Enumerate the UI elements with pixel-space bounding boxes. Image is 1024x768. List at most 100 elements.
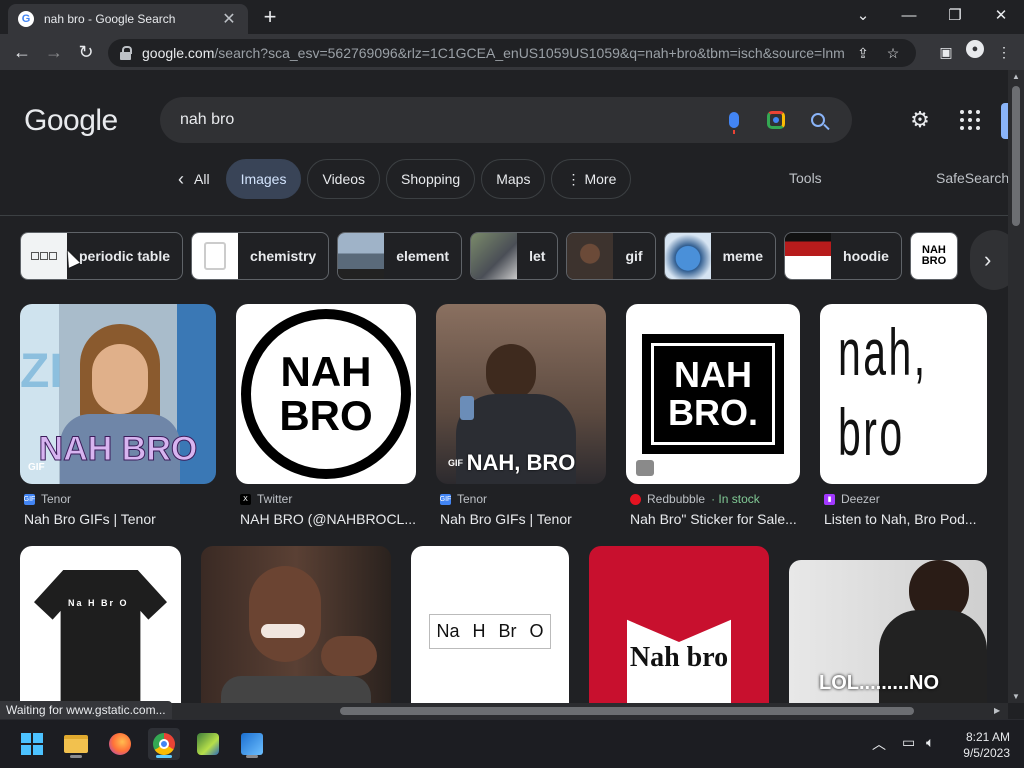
result-thumbnail[interactable]: NAH, BRO GIF [436,304,606,484]
address-bar[interactable]: google.com/search?sca_esv=562769096&rlz=… [108,39,916,67]
redbubble-icon [630,493,641,505]
new-tab-button[interactable]: + [258,6,282,30]
result-thumbnail[interactable]: nah, bro [820,304,987,484]
result-title[interactable]: Nah Bro" Sticker for Sale... [626,511,800,527]
image-result-3[interactable]: NAH, BRO GIF GIF Tenor Nah Bro GIFs | Ten… [436,304,606,527]
image-result-5[interactable]: nah, bro ▮ Deezer Listen to Nah, Bro Pod.… [820,304,987,527]
scroll-up-arrow-icon[interactable]: ▲ [1008,72,1024,81]
result-source[interactable]: ▮ Deezer [820,492,987,506]
filter-more[interactable]: ⋮ More [551,159,632,199]
related-chip-nah-bro[interactable]: NAH BRO [909,232,958,280]
result-thumbnail[interactable]: Na H Br O [20,546,181,703]
tab-close-icon[interactable]: ✕ [220,9,238,29]
related-chip-element[interactable]: element [337,232,463,280]
related-next-chevron-icon[interactable]: › [970,230,1008,290]
result-source[interactable]: X Twitter [236,492,416,506]
vertical-scroll-thumb[interactable] [1012,86,1020,226]
result-title[interactable]: Nah Bro GIFs | Tenor [436,511,606,527]
file-explorer-button[interactable] [60,728,92,760]
system-clock[interactable]: 8:21 AM 9/5/2023 [963,729,1010,761]
minimize-button[interactable]: — [894,4,924,28]
app-icon [241,733,263,755]
related-chip-gif[interactable]: gif [566,232,656,280]
chrome-menu-icon[interactable]: ⋮ [992,40,1016,64]
app-button-5[interactable] [236,728,268,760]
result-source[interactable]: GIF Tenor [436,492,606,506]
filter-maps[interactable]: Maps [481,159,546,199]
image-result-6[interactable]: Na H Br O [20,546,181,703]
google-logo[interactable]: Google [24,104,118,138]
url-text[interactable]: google.com/search?sca_esv=562769096&rlz=… [142,45,844,61]
restore-button[interactable]: ❐ [940,4,970,28]
scroll-down-arrow-icon[interactable]: ▼ [1008,692,1024,701]
image-result-10[interactable]: LOL.........NO [789,560,987,703]
image-result-4[interactable]: NAH BRO. Redbubble · In stock Nah Bro" S… [626,304,800,527]
close-window-button[interactable]: ✕ [986,4,1016,28]
related-chip-periodic-table[interactable]: periodic table [20,232,184,280]
vertical-scrollbar[interactable]: ▲ ▼ [1008,70,1024,703]
sign-in-button-edge[interactable] [1001,103,1008,139]
tenor-icon: GIF [23,493,36,505]
related-chip-let[interactable]: let [470,232,559,280]
result-title[interactable]: Listen to Nah, Bro Pod... [820,511,987,527]
browser-tab[interactable]: G nah bro - Google Search ✕ [8,4,248,34]
google-lens-icon[interactable] [762,106,790,134]
related-chip-label: element [396,248,450,264]
related-chip-hoodie[interactable]: hoodie [784,232,902,280]
related-chip-label: let [529,248,546,264]
filter-videos[interactable]: Videos [307,159,381,199]
lock-icon[interactable] [120,46,132,60]
related-chip-meme[interactable]: meme [663,232,777,280]
bookmark-star-icon[interactable]: ☆ [882,45,904,62]
google-favicon-icon: G [18,11,34,27]
filter-shopping[interactable]: Shopping [386,159,476,199]
result-thumbnail[interactable]: ZI NAH BRO GIF [20,304,216,484]
tray-chevron-up-icon[interactable]: ︿ [872,734,886,754]
filter-images[interactable]: Images [225,159,302,199]
forward-arrow-icon[interactable]: → [38,36,70,68]
back-arrow-icon[interactable]: ← [6,36,38,68]
voice-search-mic-icon[interactable] [720,106,748,134]
volume-icon[interactable]: 🔈︎ [926,734,934,751]
related-thumbnail: NAH BRO [910,233,957,279]
horizontal-scroll-thumb[interactable] [340,707,914,715]
result-thumbnail[interactable]: Na H Br O [411,546,569,703]
google-apps-grid-icon[interactable] [960,110,980,130]
safesearch-button[interactable]: SafeSearch [936,170,1008,186]
image-result-1[interactable]: ZI NAH BRO GIF GIF Tenor Nah Bro GIFs | T… [20,304,216,527]
firefox-button[interactable] [104,728,136,760]
image-result-7[interactable] [201,546,391,703]
chrome-button[interactable] [148,728,180,760]
tab-search-chevron-icon[interactable]: ⌄ [848,4,878,28]
result-source[interactable]: Redbubble · In stock [626,492,800,506]
scroll-right-arrow-icon[interactable]: ▶ [994,703,1000,719]
search-box[interactable]: nah bro [160,97,852,143]
side-panel-icon[interactable]: ▣ [934,40,958,64]
result-thumbnail[interactable]: NAH BRO [236,304,416,484]
result-thumbnail[interactable] [201,546,391,703]
app-button-4[interactable] [192,728,224,760]
image-result-8[interactable]: Na H Br O [411,546,569,703]
result-thumbnail[interactable]: LOL.........NO [789,560,987,703]
search-filter-bar: ‹ All Images Videos Shopping Maps ⋮ More [168,159,632,199]
filter-all[interactable]: ‹ All [168,159,220,199]
result-title[interactable]: Nah Bro GIFs | Tenor [20,511,216,527]
related-thumbnail [338,233,385,279]
tools-button[interactable]: Tools [789,170,822,186]
network-icon[interactable]: ▭ [902,734,915,751]
share-icon[interactable]: ⇪ [852,45,874,62]
related-thumbnail [664,233,711,279]
profile-avatar-icon[interactable]: ● [966,40,984,58]
result-source[interactable]: GIF Tenor [20,492,216,506]
related-chip-chemistry[interactable]: chemistry [191,232,330,280]
result-thumbnail[interactable]: NAH BRO. [626,304,800,484]
image-result-2[interactable]: NAH BRO X Twitter NAH BRO (@NAHBROCL... [236,304,416,527]
search-magnifier-icon[interactable] [804,106,832,134]
result-thumbnail[interactable]: Nah bro [589,546,769,703]
result-title[interactable]: NAH BRO (@NAHBROCL... [236,511,416,527]
reload-icon[interactable]: ↻ [70,36,102,68]
search-input[interactable]: nah bro [180,111,706,129]
settings-gear-icon[interactable]: ⚙ [908,108,932,132]
image-result-9[interactable]: Nah bro [589,546,769,703]
start-button[interactable] [16,728,48,760]
